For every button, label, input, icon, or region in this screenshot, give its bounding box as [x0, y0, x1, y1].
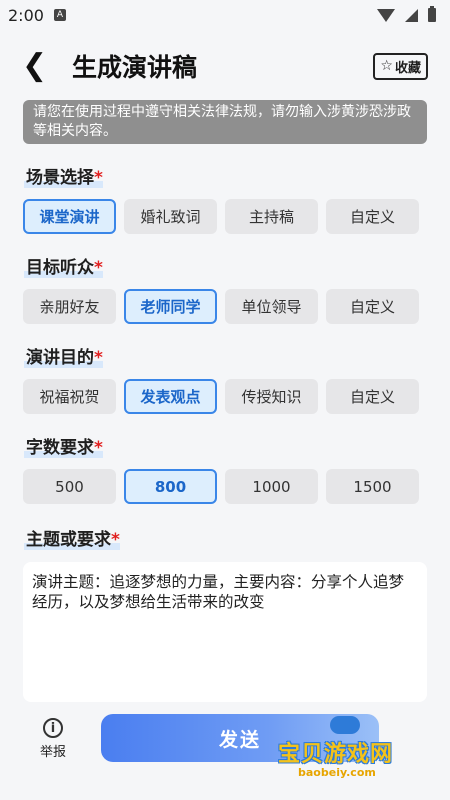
wifi-icon [377, 8, 395, 22]
section-title-wordcount: 字数要求* [24, 433, 103, 458]
required-mark: * [94, 348, 103, 368]
section-title-audience: 目标听众* [24, 253, 103, 278]
required-mark: * [94, 438, 103, 458]
section-title-text: 场景选择 [26, 168, 94, 188]
option-purpose-blessing[interactable]: 祝福祝贺 [23, 379, 116, 414]
signal-icon [405, 8, 418, 22]
option-wordcount-1000[interactable]: 1000 [225, 469, 318, 504]
watermark-text: 宝贝游戏网 [278, 742, 394, 767]
topic-textarea[interactable]: 演讲主题：追逐梦想的力量，主要内容：分享个人追梦经历，以及梦想给生活带来的改变 [23, 562, 427, 702]
option-scene-classroom[interactable]: 课堂演讲 [23, 199, 116, 234]
section-title-text: 主题或要求 [26, 530, 111, 550]
option-purpose-knowledge[interactable]: 传授知识 [225, 379, 318, 414]
option-purpose-custom[interactable]: 自定义 [326, 379, 419, 414]
a-notification-icon: A [53, 9, 66, 21]
audience-options: 亲朋好友 老师同学 单位领导 自定义 [23, 289, 419, 324]
required-mark: * [94, 168, 103, 188]
watermark-url: baobeiy.com [298, 766, 376, 779]
report-label: 举报 [39, 745, 66, 760]
favorite-button[interactable]: ☆ 收藏 [373, 52, 428, 80]
watermark-logo: 宝贝游戏网 baobeiy.com [278, 710, 418, 780]
option-scene-custom[interactable]: 自定义 [326, 199, 419, 234]
option-purpose-opinion[interactable]: 发表观点 [124, 379, 217, 414]
option-wordcount-800[interactable]: 800 [124, 469, 217, 504]
favorite-label: 收藏 [394, 60, 421, 76]
back-arrow-icon[interactable]: ❮ [22, 51, 48, 81]
required-mark: * [111, 530, 120, 550]
info-icon: i [43, 718, 63, 738]
star-icon: ☆ [380, 58, 393, 74]
header: ❮ 生成演讲稿 ☆ 收藏 [0, 40, 450, 92]
notice-banner: 请您在使用过程中遵守相关法律法规，请勿输入涉黄涉恐涉政等相关内容。 [23, 100, 427, 144]
battery-icon [428, 6, 436, 22]
status-bar: 2:00 A [0, 0, 450, 30]
wordcount-options: 500 800 1000 1500 [23, 469, 419, 504]
option-scene-host[interactable]: 主持稿 [225, 199, 318, 234]
report-button[interactable]: i 举报 [30, 718, 76, 760]
gamepad-icon [330, 716, 360, 734]
section-title-scene: 场景选择* [24, 163, 103, 188]
section-title-topic: 主题或要求* [24, 525, 120, 550]
option-audience-family[interactable]: 亲朋好友 [23, 289, 116, 324]
scene-options: 课堂演讲 婚礼致词 主持稿 自定义 [23, 199, 419, 234]
option-audience-custom[interactable]: 自定义 [326, 289, 419, 324]
section-title-text: 演讲目的 [26, 348, 94, 368]
purpose-options: 祝福祝贺 发表观点 传授知识 自定义 [23, 379, 419, 414]
option-audience-teachers[interactable]: 老师同学 [124, 289, 217, 324]
option-wordcount-1500[interactable]: 1500 [326, 469, 419, 504]
status-icons [377, 6, 436, 22]
section-title-text: 目标听众 [26, 258, 94, 278]
section-title-purpose: 演讲目的* [24, 343, 103, 368]
option-audience-leaders[interactable]: 单位领导 [225, 289, 318, 324]
status-time: 2:00 [8, 5, 44, 25]
page-title: 生成演讲稿 [72, 53, 198, 82]
option-wordcount-500[interactable]: 500 [23, 469, 116, 504]
section-title-text: 字数要求 [26, 438, 94, 458]
option-scene-wedding[interactable]: 婚礼致词 [124, 199, 217, 234]
required-mark: * [94, 258, 103, 278]
